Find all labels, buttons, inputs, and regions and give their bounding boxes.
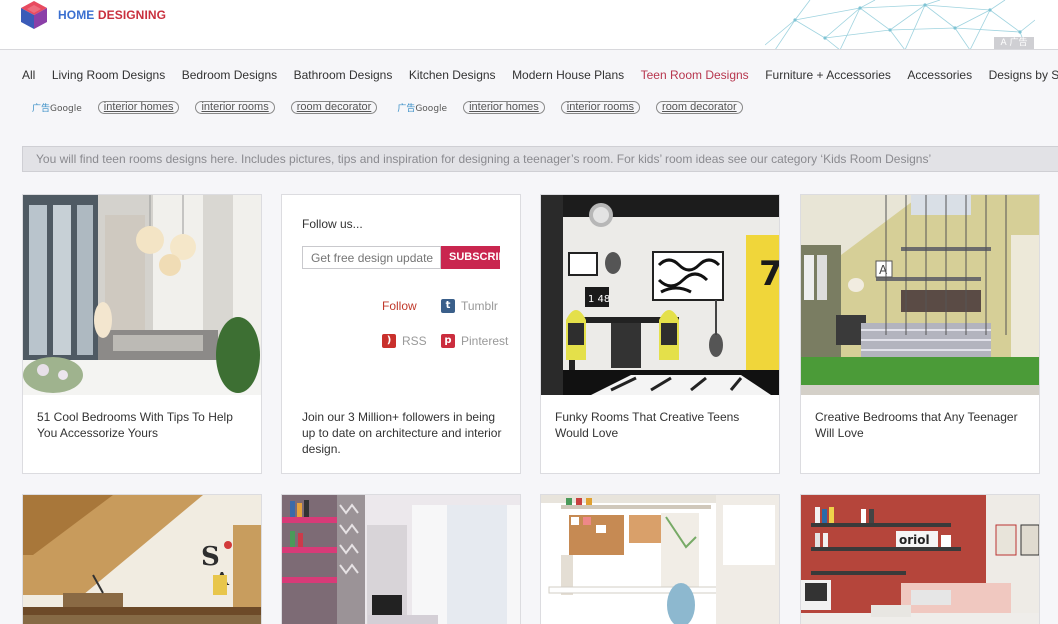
ad-pill[interactable]: room decorator: [290, 101, 378, 114]
bedroom-photo: [23, 195, 261, 395]
nav-teen-room[interactable]: Teen Room Designs: [641, 68, 749, 82]
funky-room-photo: 7 1 48: [541, 195, 779, 395]
follow-link[interactable]: Follow: [382, 299, 417, 313]
nav-designs-by-style[interactable]: Designs by Sty: [989, 68, 1058, 82]
category-nav: All Living Room Designs Bedroom Designs …: [22, 68, 1058, 82]
ad-pill[interactable]: interior rooms: [560, 101, 641, 114]
tumblr-link[interactable]: Tumblr: [461, 299, 498, 313]
category-description: You will find teen rooms designs here. I…: [22, 146, 1058, 172]
tumblr-icon: t: [441, 299, 455, 313]
google-ad-label: 广告Google: [32, 101, 82, 114]
photo-sign: oriol: [899, 533, 930, 547]
ad-label-cn: 广告: [32, 104, 51, 114]
post-title[interactable]: Funky Rooms That Creative Teens Would Lo…: [555, 409, 765, 441]
ad-label-google: Google: [415, 104, 448, 114]
green-bedroom-photo: A: [801, 195, 1039, 395]
attic-office-photo: S A: [23, 495, 261, 624]
post-card[interactable]: 51 Cool Bedrooms With Tips To Help You A…: [22, 194, 262, 474]
ad-pill[interactable]: room decorator: [656, 101, 743, 114]
logo-home: HOME: [58, 8, 95, 22]
pink-shelves-photo: [282, 495, 520, 624]
post-card[interactable]: [281, 494, 521, 624]
post-image[interactable]: [23, 195, 261, 395]
nav-modern-house-plans[interactable]: Modern House Plans: [512, 68, 624, 82]
nav-furniture-accessories[interactable]: Furniture + Accessories: [765, 68, 891, 82]
post-title[interactable]: Creative Bedrooms that Any Teenager Will…: [815, 409, 1025, 441]
photo-clock: 1 48: [588, 294, 610, 305]
pinterest-link[interactable]: Pinterest: [461, 334, 508, 348]
nav-kitchen[interactable]: Kitchen Designs: [409, 68, 496, 82]
cube-logo-icon: [21, 1, 47, 29]
subscribe-button[interactable]: SUBSCRIBE: [441, 246, 500, 269]
ad-pill[interactable]: interior homes: [97, 101, 180, 114]
post-image[interactable]: A: [801, 195, 1039, 395]
nav-living-room[interactable]: Living Room Designs: [52, 68, 165, 82]
logo-text: HOME DESIGNING: [58, 8, 166, 22]
photo-number: 7: [759, 254, 779, 294]
ad-badge[interactable]: A 广告: [994, 37, 1034, 49]
photo-letter: A: [879, 263, 888, 277]
ad-label-cn: 广告: [397, 104, 416, 114]
follow-text: Join our 3 Million+ followers in being u…: [302, 410, 502, 456]
follow-card: Follow us... SUBSCRIBE Follow t Tumblr )…: [281, 194, 521, 474]
post-title[interactable]: 51 Cool Bedrooms With Tips To Help You A…: [37, 409, 247, 441]
nav-bathroom[interactable]: Bathroom Designs: [294, 68, 393, 82]
google-ad-label: 广告Google: [397, 101, 447, 114]
rss-link[interactable]: RSS: [402, 334, 427, 348]
photo-wall-letters: S: [201, 542, 220, 572]
rss-icon: ): [382, 334, 396, 348]
post-card[interactable]: A Creative Bedrooms that Any Teenager Wi…: [800, 194, 1040, 474]
ad-label-google: Google: [50, 104, 82, 114]
post-card[interactable]: [540, 494, 780, 624]
nav-accessories[interactable]: Accessories: [907, 68, 972, 82]
subscribe-form: SUBSCRIBE: [302, 246, 500, 269]
site-header: HOME DESIGNING A 广告: [0, 0, 1058, 50]
nav-bedroom[interactable]: Bedroom Designs: [182, 68, 277, 82]
ad-pill[interactable]: interior homes: [463, 101, 545, 114]
email-input[interactable]: [302, 246, 441, 269]
follow-title: Follow us...: [302, 217, 363, 231]
nav-all[interactable]: All: [22, 68, 35, 82]
post-card[interactable]: 7 1 48 Funky Rooms That Creative Teens W…: [540, 194, 780, 474]
post-card[interactable]: oriol: [800, 494, 1040, 624]
ad-links-row: 广告Google interior homes interior rooms r…: [32, 101, 759, 114]
post-card[interactable]: S A: [22, 494, 262, 624]
ad-pill[interactable]: interior rooms: [195, 101, 275, 114]
study-nook-photo: [541, 495, 779, 624]
pinterest-icon: p: [441, 334, 455, 348]
logo-designing: DESIGNING: [97, 8, 167, 22]
site-logo[interactable]: HOME DESIGNING: [20, 0, 166, 30]
post-image[interactable]: 7 1 48: [541, 195, 779, 395]
red-wall-room-photo: oriol: [801, 495, 1039, 624]
